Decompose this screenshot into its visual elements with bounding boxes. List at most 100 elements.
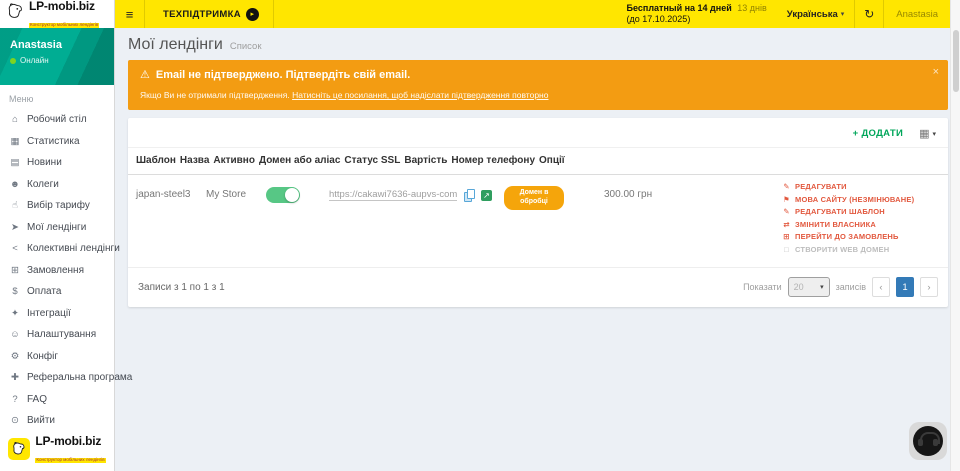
landings-card: + ДОДАТИ ▦ ▾ ШаблонНазваАктивноДомен або… — [128, 118, 948, 307]
user-profile-panel: Anastasia Онлайн — [0, 28, 114, 85]
warning-icon: ⚠ — [140, 68, 150, 81]
domain-link[interactable]: https://cakawi7636-aupvs-com-42 — [329, 189, 457, 201]
sidebar: LP-mobi.biz Конструктор мобільних лендін… — [0, 0, 115, 471]
scrollbar[interactable] — [950, 0, 960, 471]
gears-icon: ⚙ — [9, 351, 21, 362]
column-header[interactable]: Опції — [539, 148, 569, 174]
edit-icon: ✎ — [782, 207, 791, 216]
row-option-link: □ СТВОРИТИ WEB ДОМЕН — [782, 245, 936, 254]
users-icon: ☻ — [9, 179, 21, 190]
support-chat-button[interactable] — [909, 422, 947, 460]
rocket-icon: ➤ — [9, 222, 21, 233]
row-option-link[interactable]: ✎ РЕДАГУВАТИ — [782, 182, 936, 191]
sidebar-item[interactable]: ➤ Мої лендінги — [0, 217, 114, 239]
resend-confirmation-link[interactable]: Натисніть це посилання, щоб надіслати пі… — [292, 90, 548, 100]
sidebar-logo[interactable]: LP-mobi.biz Конструктор мобільних лендін… — [0, 0, 114, 28]
sidebar-item[interactable]: ⚙ Конфіг — [0, 346, 114, 368]
brand-name: LP-mobi.biz — [29, 0, 95, 13]
desktop-icon: ⌂ — [9, 114, 21, 125]
pagination-page-1-button[interactable]: 1 — [896, 277, 914, 297]
sidebar-item[interactable]: ☻ Колеги — [0, 174, 114, 196]
sidebar-footer-logo[interactable]: LP-mobi.biz Конструктор мобільних лендін… — [0, 430, 114, 468]
sidebar-item[interactable]: ? FAQ — [0, 389, 114, 411]
active-toggle[interactable] — [266, 187, 300, 203]
brand-tagline: Конструктор мобільних лендінгів — [35, 458, 105, 463]
sidebar-item[interactable]: ⊞ Замовлення — [0, 260, 114, 282]
close-icon[interactable]: × — [933, 66, 939, 78]
records-info: Записи з 1 по 1 з 1 — [138, 282, 225, 293]
row-option-link[interactable]: ⊞ ПЕРЕЙТИ ДО ЗАМОВЛЕНЬ — [782, 232, 936, 241]
page-size-select[interactable]: 20 ▾ — [788, 277, 830, 297]
sidebar-item[interactable]: < Колективні лендінги — [0, 238, 114, 260]
cell-price: 300.00 грн — [604, 175, 676, 257]
page-title: Мої лендінги — [128, 36, 223, 54]
sidebar-item[interactable]: ☺ Налаштування — [0, 324, 114, 346]
column-settings-button[interactable]: ▦ ▾ — [919, 127, 936, 140]
row-option-link[interactable]: ✎ РЕДАГУВАТИ ШАБЛОН — [782, 207, 936, 216]
menu-section-label: Меню — [0, 85, 114, 109]
chevron-down-icon: ▾ — [841, 10, 845, 18]
dog-logo-icon — [8, 438, 30, 460]
hamburger-menu-icon[interactable]: ≡ — [115, 0, 145, 28]
cell-name: My Store — [206, 175, 266, 257]
copy-icon[interactable] — [464, 189, 474, 201]
sidebar-item[interactable]: ⌂ Робочий стіл — [0, 109, 114, 131]
language-selector[interactable]: Українська ▾ — [777, 0, 854, 28]
sidebar-item[interactable]: ▤ Новини — [0, 152, 114, 174]
columns-grid-icon: ▦ — [919, 127, 929, 140]
page-subtitle: Список — [230, 41, 262, 52]
add-button[interactable]: + ДОДАТИ — [853, 128, 903, 139]
question-icon: ? — [9, 394, 21, 405]
language-label: Українська — [787, 9, 838, 20]
column-header[interactable]: Вартість — [404, 148, 451, 174]
user-icon: ☺ — [9, 329, 21, 340]
share-icon: < — [9, 243, 21, 254]
sidebar-item[interactable]: ⊙ Вийти — [0, 410, 114, 432]
telegram-icon: ▸ — [246, 8, 259, 21]
column-header[interactable]: Домен або аліас — [259, 148, 344, 174]
email-alert-banner: ⚠ Email не підтверджено. Підтвердіть сві… — [128, 60, 948, 110]
pagination-prev-button[interactable]: ‹ — [872, 277, 890, 297]
row-option-link[interactable]: ⇄ ЗМІНИТИ ВЛАСНИКА — [782, 220, 936, 229]
chevron-down-icon: ▾ — [820, 283, 824, 291]
column-header[interactable]: Номер телефону — [451, 148, 539, 174]
main-content: Мої лендінги Список ⚠ Email не підтвердж… — [115, 28, 950, 471]
show-label: Показати — [743, 282, 782, 292]
topbar: ≡ ТЕХПІДТРИМКА ▸ Бесплатный на 14 дней 1… — [115, 0, 950, 28]
brand-name: LP-mobi.biz — [35, 434, 101, 448]
column-header[interactable]: Назва — [180, 148, 213, 174]
topbar-username[interactable]: Anastasia — [884, 0, 950, 28]
cart-icon: ⊞ — [782, 232, 791, 241]
column-header[interactable]: Активно — [213, 148, 259, 174]
sidebar-item[interactable]: $ Оплата — [0, 281, 114, 303]
column-header[interactable]: Статус SSL — [344, 148, 404, 174]
plus-icon: + — [853, 128, 859, 139]
external-link-icon[interactable]: ↗ — [481, 190, 492, 201]
trial-until: (до 17.10.2025) — [627, 14, 767, 25]
trial-days-left: 13 днів — [737, 3, 767, 13]
column-header[interactable]: Шаблон — [136, 148, 180, 174]
cell-options: ✎ РЕДАГУВАТИ ⚑ МОВА САЙТУ (НЕЗМІНЮВАНЕ) … — [782, 175, 940, 257]
refresh-icon[interactable]: ↻ — [854, 0, 884, 28]
profile-status: Онлайн — [20, 56, 49, 65]
hand-icon: ☝ — [9, 200, 21, 211]
edit-icon: ✎ — [782, 182, 791, 191]
pagination-next-button[interactable]: › — [920, 277, 938, 297]
dog-logo-icon — [6, 2, 25, 26]
headset-icon — [913, 426, 943, 456]
flag-icon: ⚑ — [782, 195, 791, 204]
sidebar-item[interactable]: ✦ Інтеграції — [0, 303, 114, 325]
ssl-status-badge: Домен в обробці — [504, 186, 564, 210]
exchange-icon: ⇄ — [782, 220, 791, 229]
chevron-down-icon: ▾ — [932, 130, 936, 138]
sidebar-item[interactable]: ✚ Реферальна програма — [0, 367, 114, 389]
sidebar-item[interactable]: ▦ Статистика — [0, 131, 114, 153]
row-option-link[interactable]: ⚑ МОВА САЙТУ (НЕЗМІНЮВАНЕ) — [782, 195, 936, 204]
sidebar-menu: ⌂ Робочий стіл ▦ Статистика ▤ Новини ☻ К… — [0, 109, 114, 432]
sidebar-item[interactable]: ☝ Вибір тарифу — [0, 195, 114, 217]
brand-tagline: Конструктор мобільних лендінгів — [29, 23, 99, 28]
scrollbar-thumb[interactable] — [953, 30, 959, 92]
power-icon: ⊙ — [9, 415, 21, 426]
support-link[interactable]: ТЕХПІДТРИМКА ▸ — [145, 0, 274, 28]
table-row: japan-steel3 My Store https://cakawi7636… — [128, 175, 948, 268]
